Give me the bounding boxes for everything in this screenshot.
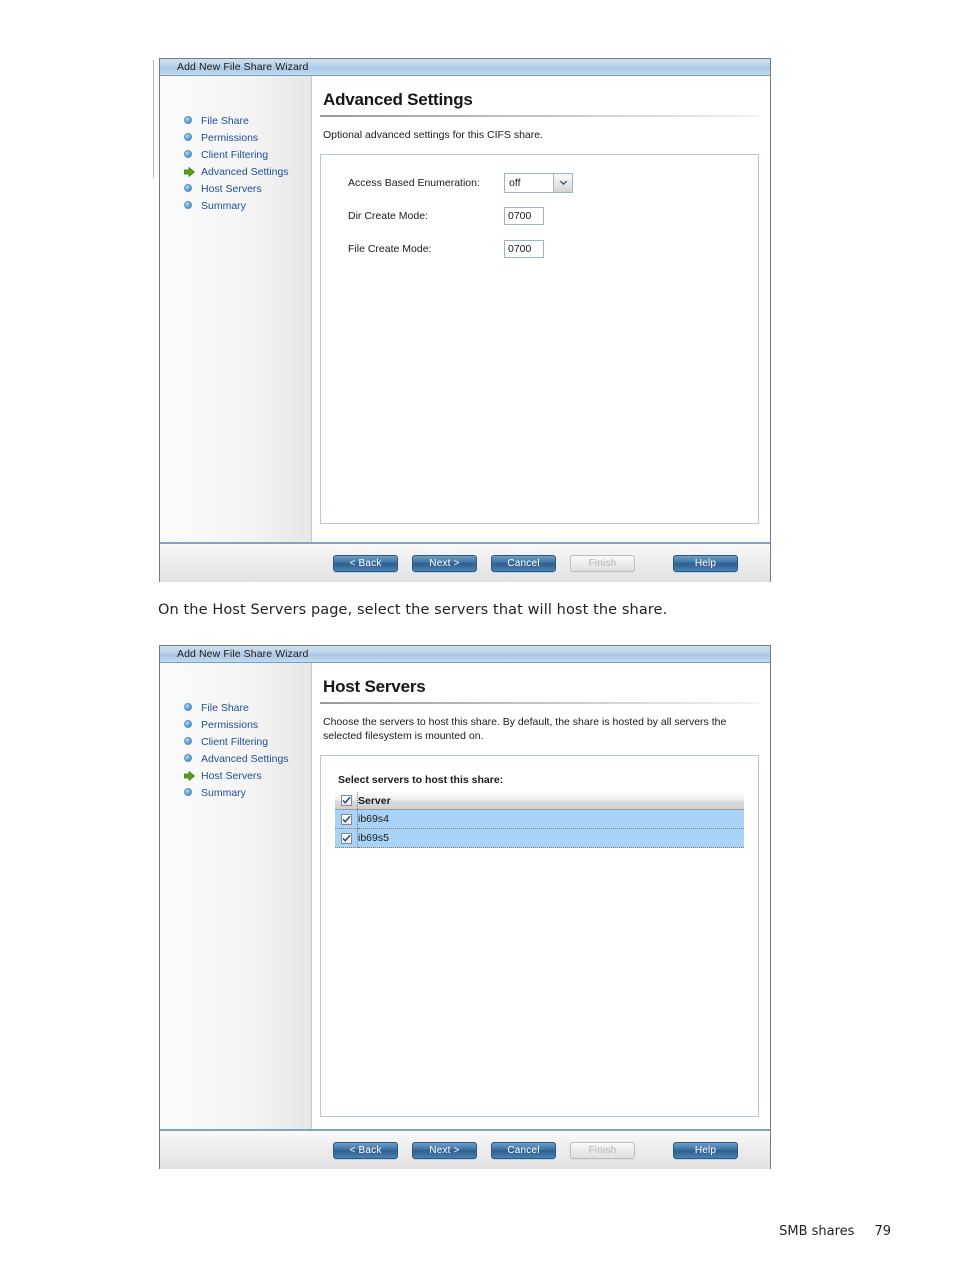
sidebar-item-file-share[interactable]: File Share <box>160 699 311 716</box>
dialog-titlebar: Add New File Share Wizard <box>160 646 770 663</box>
row-checkbox[interactable] <box>340 832 352 844</box>
sidebar-item-advanced-settings[interactable]: Advanced Settings <box>160 163 311 180</box>
table-row[interactable]: ib69s4 <box>335 809 744 830</box>
host-servers-content: Host Servers Choose the servers to host … <box>312 663 770 1129</box>
dialog-title: Add New File Share Wizard <box>177 61 309 73</box>
form-row-access-based-enumeration: Access Based Enumeration: off <box>321 173 758 194</box>
wizard-steps-sidebar: File Share Permissions Client Filtering … <box>160 663 312 1129</box>
sidebar-item-permissions[interactable]: Permissions <box>160 716 311 733</box>
sidebar-item-file-share[interactable]: File Share <box>160 112 311 129</box>
sidebar-item-label: Permissions <box>201 131 259 144</box>
sidebar-item-advanced-settings[interactable]: Advanced Settings <box>160 750 311 767</box>
help-button[interactable]: Help <box>673 1141 738 1159</box>
sidebar-item-label: Permissions <box>201 718 259 731</box>
sidebar-item-label: Host Servers <box>201 769 262 782</box>
sidebar-item-label: Advanced Settings <box>201 165 289 178</box>
access-based-enumeration-select[interactable]: off <box>504 173 573 194</box>
page-title: Host Servers <box>323 677 426 696</box>
green-arrow-icon <box>184 167 195 177</box>
finish-button: Finish <box>570 1141 635 1159</box>
page-edge-mark <box>153 60 154 178</box>
sidebar-item-permissions[interactable]: Permissions <box>160 129 311 146</box>
chevron-down-icon[interactable] <box>553 174 572 193</box>
body-paragraph: On the Host Servers page, select the ser… <box>158 602 668 618</box>
cell-server-name: ib69s4 <box>357 809 744 830</box>
file-create-mode-input[interactable] <box>504 240 544 259</box>
host-servers-dialog: Add New File Share Wizard File Share Per… <box>159 645 771 1169</box>
bullet-icon <box>184 720 193 729</box>
form-row-dir-create-mode: Dir Create Mode: <box>321 206 758 226</box>
sidebar-item-client-filtering[interactable]: Client Filtering <box>160 733 311 750</box>
server-table: Server ib69s4 ib69s5 <box>335 792 744 849</box>
sidebar-item-label: Summary <box>201 786 246 799</box>
select-all-header-cell[interactable] <box>335 792 358 811</box>
advanced-settings-group: Access Based Enumeration: off Dir Create… <box>320 154 759 525</box>
dialog-title: Add New File Share Wizard <box>177 648 309 660</box>
table-row[interactable]: ib69s5 <box>335 828 744 849</box>
sidebar-item-summary[interactable]: Summary <box>160 197 311 214</box>
sidebar-item-label: Client Filtering <box>201 148 269 161</box>
bullet-icon <box>184 116 193 125</box>
bullet-icon <box>184 184 193 193</box>
row-checkbox-cell[interactable] <box>335 828 358 849</box>
field-label: Dir Create Mode: <box>348 210 428 223</box>
page-description: Optional advanced settings for this CIFS… <box>323 129 544 141</box>
bullet-icon <box>184 788 193 797</box>
back-button[interactable]: < Back <box>333 554 398 572</box>
title-divider <box>320 702 759 704</box>
table-caption: Select servers to host this share: <box>338 774 504 787</box>
dialog-body: File Share Permissions Client Filtering … <box>160 663 770 1129</box>
wizard-steps-sidebar: File Share Permissions Client Filtering … <box>160 76 312 542</box>
form-row-file-create-mode: File Create Mode: <box>321 239 758 259</box>
bullet-icon <box>184 754 193 763</box>
bullet-icon <box>184 201 193 210</box>
bullet-icon <box>184 150 193 159</box>
advanced-settings-content: Advanced Settings Optional advanced sett… <box>312 76 770 542</box>
dialog-button-bar: < Back Next > Cancel Finish Help <box>160 542 770 582</box>
cancel-button[interactable]: Cancel <box>491 554 556 572</box>
page-title: Advanced Settings <box>323 90 473 109</box>
back-button[interactable]: < Back <box>333 1141 398 1159</box>
footer-section-label: SMB shares <box>779 1224 855 1239</box>
field-label: Access Based Enumeration: <box>348 177 480 190</box>
table-header-row: Server <box>335 792 744 811</box>
finish-button: Finish <box>570 554 635 572</box>
page-description: Choose the servers to host this share. B… <box>323 716 727 743</box>
dialog-titlebar: Add New File Share Wizard <box>160 59 770 76</box>
next-button[interactable]: Next > <box>412 1141 477 1159</box>
sidebar-item-label: File Share <box>201 114 249 127</box>
dialog-body: File Share Permissions Client Filtering … <box>160 76 770 542</box>
row-checkbox-cell[interactable] <box>335 809 358 830</box>
green-arrow-icon <box>184 771 195 781</box>
select-all-checkbox[interactable] <box>340 795 352 807</box>
sidebar-item-host-servers[interactable]: Host Servers <box>160 767 311 784</box>
help-button[interactable]: Help <box>673 554 738 572</box>
sidebar-item-label: Client Filtering <box>201 735 269 748</box>
sidebar-item-label: File Share <box>201 701 249 714</box>
bullet-icon <box>184 133 193 142</box>
footer-page-number: 79 <box>874 1224 891 1239</box>
title-divider <box>320 115 759 117</box>
cell-server-name: ib69s5 <box>357 828 744 849</box>
host-servers-group: Select servers to host this share: Serve… <box>320 755 759 1118</box>
sidebar-item-label: Host Servers <box>201 182 262 195</box>
sidebar-item-host-servers[interactable]: Host Servers <box>160 180 311 197</box>
sidebar-item-label: Summary <box>201 199 246 212</box>
dir-create-mode-input[interactable] <box>504 207 544 226</box>
select-value: off <box>509 177 521 190</box>
sidebar-item-summary[interactable]: Summary <box>160 784 311 801</box>
sidebar-item-client-filtering[interactable]: Client Filtering <box>160 146 311 163</box>
bullet-icon <box>184 737 193 746</box>
bullet-icon <box>184 703 193 712</box>
column-header-server[interactable]: Server <box>357 792 744 811</box>
row-checkbox[interactable] <box>340 813 352 825</box>
field-label: File Create Mode: <box>348 243 432 256</box>
page-footer: SMB shares 79 <box>779 1224 891 1239</box>
next-button[interactable]: Next > <box>412 554 477 572</box>
dialog-button-bar: < Back Next > Cancel Finish Help <box>160 1129 770 1169</box>
advanced-settings-dialog: Add New File Share Wizard File Share Per… <box>159 58 771 582</box>
sidebar-item-label: Advanced Settings <box>201 752 289 765</box>
cancel-button[interactable]: Cancel <box>491 1141 556 1159</box>
